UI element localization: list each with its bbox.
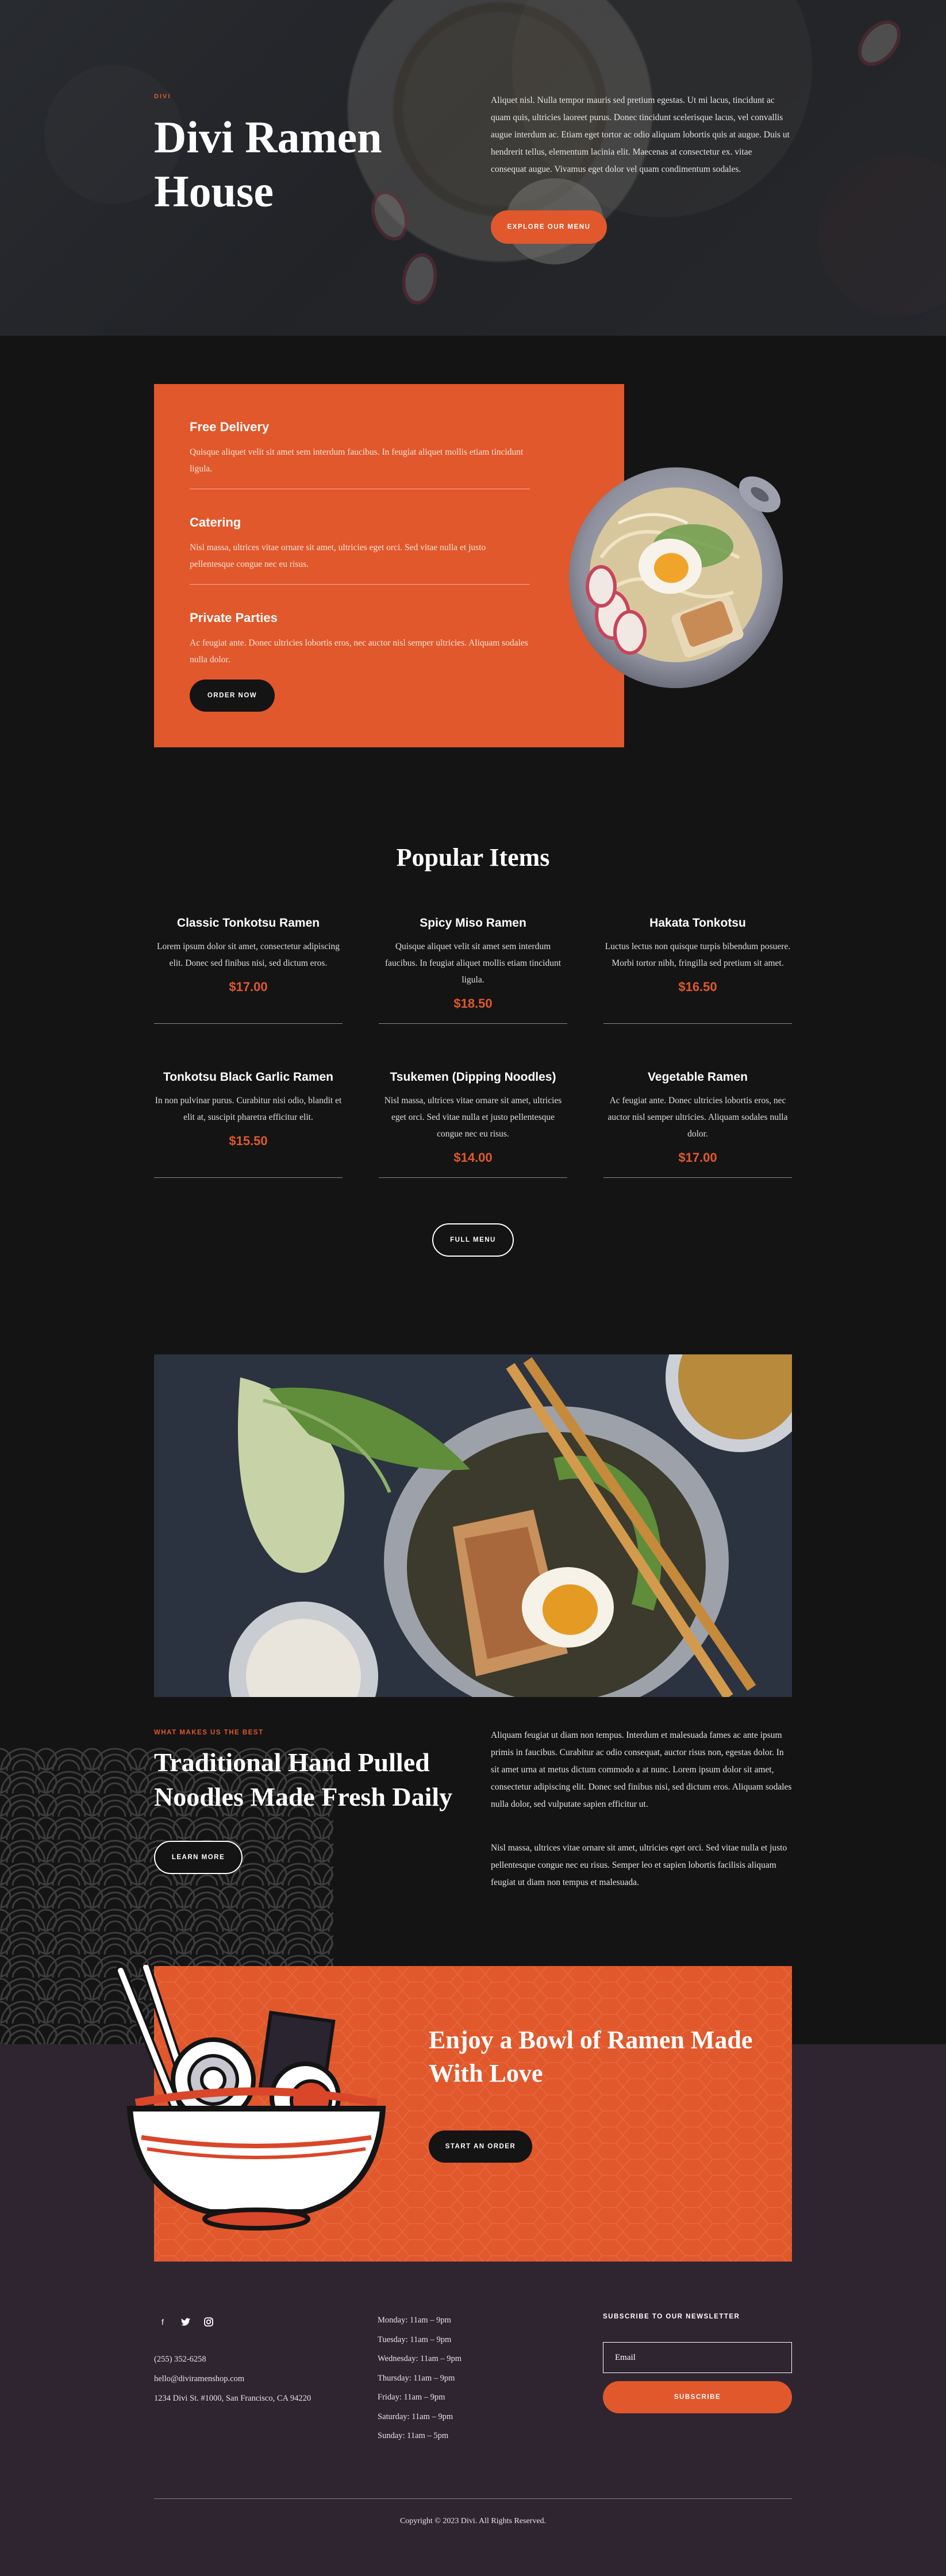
- hero-title: Divi Ramen House: [154, 112, 382, 216]
- service-text: Quisque aliquet velit sit amet sem inter…: [190, 447, 524, 474]
- services-card: Free Delivery Quisque aliquet velit sit …: [154, 384, 624, 747]
- cta-title: Enjoy a Bowl of Ramen Made With Love: [429, 2026, 753, 2087]
- menu-item-description: Nisl massa, ultrices vitae ornare sit am…: [384, 1096, 562, 1139]
- menu-item: Vegetable Ramen Ac feugiat ante. Donec u…: [603, 1070, 792, 1165]
- menu-item: Tsukemen (Dipping Noodles) Nisl massa, u…: [379, 1070, 567, 1165]
- footer-divider: [154, 2498, 792, 2499]
- menu-item-price: $15.50: [229, 1134, 268, 1148]
- menu-item-price: $18.50: [453, 996, 493, 1011]
- divider: [379, 1177, 567, 1178]
- menu-item-name: Spicy Miso Ramen: [420, 916, 526, 930]
- hero-text: Aliquet nisl. Nulla tempor mauris sed pr…: [491, 95, 790, 174]
- footer-address: 1234 Divi St. #1000, San Francisco, CA 9…: [154, 2394, 312, 2403]
- subscribe-button[interactable]: SUBSCRIBE: [603, 2381, 792, 2413]
- hours-line: Thursday: 11am – 9pm: [378, 2373, 455, 2383]
- menu-item-description: Quisque aliquet velit sit amet sem inter…: [384, 942, 562, 985]
- ramen-photo: [154, 1354, 792, 1697]
- menu-item-name: Classic Tonkotsu Ramen: [176, 916, 320, 930]
- menu-item-price: $17.00: [229, 980, 268, 994]
- menu-item-price: $17.00: [678, 1150, 717, 1165]
- hero-eyebrow: DIVI: [154, 93, 171, 100]
- start-order-button[interactable]: START AN ORDER: [429, 2130, 532, 2163]
- menu-item-name: Tsukemen (Dipping Noodles): [390, 1070, 556, 1084]
- menu-item-name: Vegetable Ramen: [648, 1070, 748, 1084]
- why-paragraph: Nisl massa, ultrices vitae ornare sit am…: [491, 1843, 787, 1887]
- hero-overlay: [0, 0, 946, 336]
- divider: [603, 1023, 792, 1024]
- menu-item-price: $14.00: [453, 1150, 493, 1165]
- menu-item-name: Tonkotsu Black Garlic Ramen: [163, 1070, 334, 1084]
- hero-section: DIVI Divi Ramen House Aliquet nisl. Null…: [0, 0, 946, 336]
- menu-item: Spicy Miso Ramen Quisque aliquet velit s…: [379, 916, 567, 1011]
- menu-item-description: Luctus lectus non quisque turpis bibendu…: [605, 942, 791, 968]
- newsletter-email-input[interactable]: [603, 2342, 792, 2373]
- menu-item-name: Hakata Tonkotsu: [649, 916, 746, 930]
- hours-line: Friday: 11am – 9pm: [378, 2393, 445, 2402]
- menu-item: Classic Tonkotsu Ramen Lorem ipsum dolor…: [154, 916, 343, 995]
- ramen-plate-image: [569, 467, 783, 688]
- divider: [603, 1177, 792, 1178]
- service-item: Free Delivery Quisque aliquet velit sit …: [190, 420, 530, 477]
- hours-line: Tuesday: 11am – 9pm: [378, 2335, 452, 2344]
- why-title: Traditional Hand Pulled Noodles Made Fre…: [154, 1748, 453, 1811]
- instagram-icon[interactable]: [203, 2317, 214, 2327]
- opening-hours: Monday: 11am – 9pm Tuesday: 11am – 9pm W…: [378, 2311, 562, 2446]
- newsletter-title: SUBSCRIBE TO OUR NEWSLETTER: [603, 2313, 740, 2320]
- popular-items-title: Popular Items: [396, 843, 550, 872]
- service-title: Private Parties: [190, 611, 278, 625]
- divider: [154, 1023, 343, 1024]
- page: DIVI Divi Ramen House Aliquet nisl. Null…: [0, 0, 946, 2576]
- menu-item-price: $16.50: [678, 980, 717, 994]
- hours-line: Sunday: 11am – 5pm: [378, 2431, 449, 2440]
- footer-email[interactable]: hello@diviramenshop.com: [154, 2374, 244, 2384]
- service-title: Catering: [190, 515, 241, 529]
- facebook-icon[interactable]: f: [157, 2317, 168, 2327]
- service-text: Ac feugiat ante. Donec ultricies loborti…: [190, 638, 528, 665]
- hours-line: Wednesday: 11am – 9pm: [378, 2354, 462, 2363]
- menu-item-description: Ac feugiat ante. Donec ultricies loborti…: [607, 1096, 788, 1139]
- service-item: Private Parties Ac feugiat ante. Donec u…: [190, 611, 530, 668]
- service-title: Free Delivery: [190, 420, 270, 434]
- divider: [154, 1177, 343, 1178]
- menu-item-description: In non pulvinar purus. Curabitur nisi od…: [155, 1096, 342, 1122]
- why-eyebrow: WHAT MAKES US THE BEST: [154, 1729, 264, 1736]
- explore-menu-button[interactable]: EXPLORE OUR MENU: [491, 210, 607, 244]
- menu-item: Tonkotsu Black Garlic Ramen In non pulvi…: [154, 1070, 343, 1149]
- divider: [379, 1023, 567, 1024]
- learn-more-button[interactable]: LEARN MORE: [154, 1841, 243, 1874]
- menu-item: Hakata Tonkotsu Luctus lectus non quisqu…: [603, 916, 792, 995]
- hours-line: Monday: 11am – 9pm: [378, 2316, 451, 2325]
- full-menu-button[interactable]: FULL MENU: [432, 1223, 514, 1257]
- divider: [190, 584, 530, 585]
- service-text: Nisl massa, ultrices vitae ornare sit am…: [190, 543, 486, 569]
- why-paragraph: Aliquam feugiat ut diam non tempus. Inte…: [491, 1730, 792, 1809]
- copyright: Copyright © 2023 Divi. All Rights Reserv…: [399, 2517, 547, 2525]
- ramen-photo-illustration: [154, 1354, 792, 1697]
- hours-line: Saturday: 11am – 9pm: [378, 2412, 453, 2421]
- ramen-bowl-illustration: [116, 1965, 386, 2231]
- order-now-button[interactable]: ORDER NOW: [190, 679, 275, 712]
- twitter-icon[interactable]: [180, 2317, 191, 2327]
- footer-phone[interactable]: (255) 352-6258: [154, 2355, 206, 2364]
- service-item: Catering Nisl massa, ultrices vitae orna…: [190, 515, 530, 573]
- menu-item-description: Lorem ipsum dolor sit amet, consectetur …: [156, 942, 340, 968]
